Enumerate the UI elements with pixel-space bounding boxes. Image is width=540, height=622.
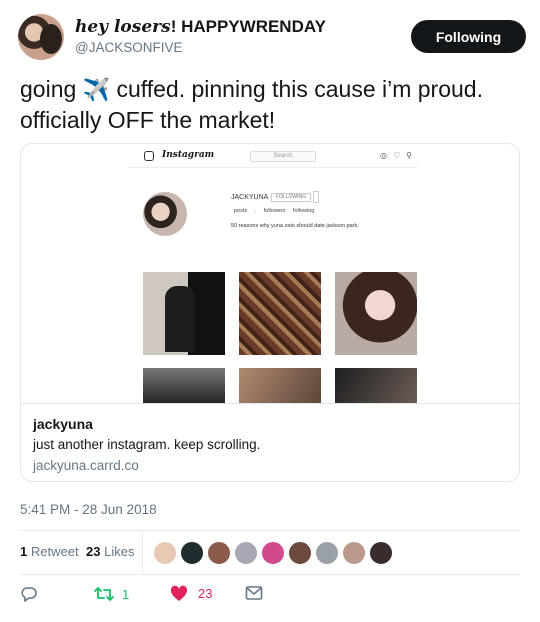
instagram-brand: Instagram [162, 150, 215, 160]
profile-follow-button: FOLLOWING [271, 193, 311, 202]
liker-avatar[interactable] [288, 541, 312, 565]
profile-stats: posts . followers following [234, 208, 315, 214]
envelope-icon [245, 586, 263, 600]
instagram-topbar: Instagram Search ◎♡⚲ [128, 144, 418, 168]
heart-icon [170, 585, 188, 601]
card-title: jackyuna [33, 416, 93, 432]
likes-label: Likes [104, 544, 135, 559]
likes-stat[interactable]: 23 Likes [86, 544, 134, 559]
liker-avatar[interactable] [315, 541, 339, 565]
display-name[interactable]: hey losers! HAPPYWRENDAY [75, 17, 326, 37]
photo-tile [335, 272, 417, 355]
divider [20, 574, 520, 575]
retweets-stat[interactable]: 1 Retweet [20, 544, 79, 559]
card-preview-image: Instagram Search ◎♡⚲ JACKYUNA FOLLOWING … [21, 144, 519, 404]
link-card[interactable]: Instagram Search ◎♡⚲ JACKYUNA FOLLOWING … [20, 143, 520, 482]
photo-tile [143, 272, 225, 355]
likes-count: 23 [86, 544, 101, 559]
direct-message-button[interactable] [245, 585, 263, 601]
retweets-count: 1 [20, 544, 28, 559]
user-handle[interactable]: @JACKSONFIVE [75, 40, 182, 55]
liker-avatar[interactable] [261, 541, 285, 565]
photo-tile [239, 368, 321, 403]
photo-tile [335, 368, 417, 403]
liker-avatar[interactable] [234, 541, 258, 565]
retweet-count: 1 [122, 586, 130, 602]
instagram-search: Search [250, 151, 316, 162]
display-name-rest: ! HAPPYWRENDAY [170, 17, 326, 36]
tweet-timestamp[interactable]: 5:41 PM - 28 Jun 2018 [20, 502, 157, 517]
tweet-text: going ✈️ cuffed. pinning this cause i’m … [20, 74, 520, 135]
tweet-header: hey losers! HAPPYWRENDAY @JACKSONFIVE Fo… [18, 14, 528, 60]
liker-avatar[interactable] [153, 541, 177, 565]
like-button[interactable]: 23 [170, 585, 212, 602]
liker-avatar[interactable] [342, 541, 366, 565]
like-count: 23 [198, 586, 213, 601]
profile-username: JACKYUNA [231, 194, 269, 201]
engagement-stats: 1 Retweet 23 Likes [20, 532, 520, 574]
tweet-text-start: going [20, 76, 83, 102]
airplane-emoji: ✈️ [82, 77, 111, 102]
display-name-decor: hey losers [75, 17, 171, 37]
liker-avatar[interactable] [180, 541, 204, 565]
retweets-label: Retweet [30, 544, 79, 559]
card-domain: jackyuna.carrd.co [33, 458, 139, 473]
photo-tile [143, 368, 225, 403]
profile-options [313, 191, 319, 203]
reply-button[interactable] [20, 585, 38, 603]
instagram-nav-icons: ◎♡⚲ [380, 151, 419, 160]
avatar[interactable] [18, 14, 64, 60]
stats-separator [142, 532, 143, 574]
photo-tile [239, 272, 321, 355]
retweet-button[interactable]: 1 [94, 585, 129, 603]
reply-icon [21, 587, 37, 602]
liker-avatar[interactable] [207, 541, 231, 565]
following-button[interactable]: Following [411, 20, 526, 53]
card-description: just another instagram. keep scrolling. [33, 437, 261, 452]
divider [20, 530, 520, 531]
instagram-icon [144, 151, 154, 161]
liker-avatar[interactable] [369, 541, 393, 565]
tweet-actions: 1 23 [20, 585, 520, 607]
profile-bio: 50 reasons why yuna zato should date jac… [231, 223, 359, 229]
retweet-icon [94, 587, 114, 601]
profile-avatar [143, 192, 187, 236]
